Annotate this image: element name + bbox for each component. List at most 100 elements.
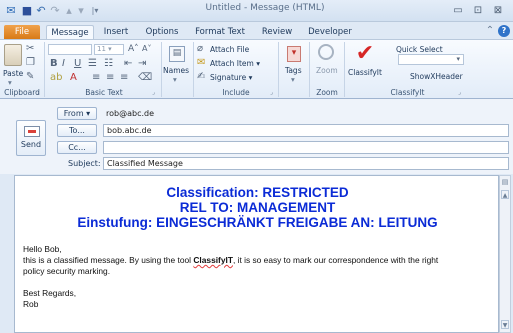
quick-select-label: Quick Select xyxy=(396,45,443,54)
classifyit-group-label: ClassifyIt xyxy=(390,88,425,97)
quick-select-chevron-icon: ▾ xyxy=(456,55,460,63)
body-line: this is a classified message. By using t… xyxy=(23,255,438,265)
tags-dropdown-icon[interactable]: ▾ xyxy=(291,75,295,84)
scroll-down-arrow[interactable]: ▼ xyxy=(501,320,509,329)
attach-item-label: Attach Item xyxy=(210,59,254,68)
paste-icon[interactable] xyxy=(4,44,22,66)
basic-text-launcher-icon[interactable]: ⌟ xyxy=(152,89,159,96)
checkmark-icon: ✔ xyxy=(355,41,375,66)
subject-field[interactable]: Classified Message xyxy=(103,157,509,170)
message-body[interactable]: Classification: RESTRICTED REL TO: MANAG… xyxy=(14,175,499,333)
classifyit-button[interactable]: ClassifyIt xyxy=(348,68,382,77)
flag-icon[interactable]: ▾ xyxy=(287,46,301,62)
signature-icon: ✍ xyxy=(197,71,206,82)
send-label: Send xyxy=(20,140,42,149)
paste-label[interactable]: Paste xyxy=(3,69,23,78)
font-name-combo[interactable] xyxy=(48,44,92,55)
grow-font-icon[interactable]: A˄ xyxy=(128,43,139,55)
minimize-button[interactable]: ▭ xyxy=(450,4,466,18)
maximize-button[interactable]: ⊡ xyxy=(470,4,486,18)
from-button[interactable]: From ▾ xyxy=(57,107,97,120)
attach-file-button[interactable]: Attach File xyxy=(210,45,249,54)
german-classification-line: Einstufung: EINGESCHRÄNKT FREIGABE AN: L… xyxy=(77,215,438,230)
tab-file[interactable]: File xyxy=(4,25,40,39)
help-icon[interactable]: ? xyxy=(498,25,510,37)
zoom-group-label: Zoom xyxy=(316,88,338,97)
from-label: From xyxy=(63,109,84,118)
underline-button[interactable]: U xyxy=(74,58,81,70)
font-size-value: 11 xyxy=(97,45,106,53)
names-button[interactable]: Names xyxy=(163,66,189,75)
group-separator xyxy=(44,42,45,97)
body-text: this is a classified message. By using t… xyxy=(23,255,194,265)
greeting: Hello Bob, xyxy=(23,244,62,254)
tab-insert[interactable]: Insert xyxy=(98,25,134,39)
cc-field[interactable] xyxy=(103,141,509,154)
clipboard-launcher-icon[interactable]: ⌟ xyxy=(36,89,43,96)
ruler-toggle-icon[interactable]: ▤ xyxy=(501,177,509,187)
clear-formatting-icon[interactable]: ⌫ xyxy=(138,72,152,84)
increase-indent-icon[interactable]: ⇥ xyxy=(138,58,146,70)
tab-format-text[interactable]: Format Text xyxy=(190,25,250,39)
signature-button[interactable]: Signature ▾ xyxy=(210,73,252,82)
scroll-up-arrow[interactable]: ▲ xyxy=(501,190,509,199)
ribbon-tabs: File Message Insert Options Format Text … xyxy=(0,22,513,39)
close-button[interactable]: ⊠ xyxy=(490,4,506,18)
highlight-icon[interactable]: ab xyxy=(50,72,62,84)
include-group-label: Include xyxy=(222,88,250,97)
font-color-icon[interactable]: A xyxy=(70,72,77,84)
to-button[interactable]: To... xyxy=(57,124,97,137)
customize-icon[interactable]: |▾ xyxy=(88,4,102,18)
italic-button[interactable]: I xyxy=(62,58,65,70)
body-text: , it is so easy to mark our corresponden… xyxy=(232,255,439,265)
tab-message[interactable]: Message xyxy=(46,25,94,39)
align-right-icon[interactable]: ≡ xyxy=(120,72,128,84)
cut-icon[interactable]: ✂ xyxy=(26,43,34,55)
down-arrow-icon[interactable]: ▾ xyxy=(74,4,88,18)
save-icon[interactable]: ■ xyxy=(20,4,34,18)
tags-button[interactable]: Tags xyxy=(285,66,302,75)
signature-label: Signature xyxy=(210,73,247,82)
vertical-scrollbar[interactable]: ▤ ▲ ▼ xyxy=(499,175,511,333)
ribbon: Paste ▾ ✂ ❐ ✎ Clipboard ⌟ 11 ▾ A˄ A˅ B I… xyxy=(0,39,513,99)
names-dropdown-icon[interactable]: ▾ xyxy=(173,75,177,84)
releasability-line: REL TO: MANAGEMENT xyxy=(179,200,336,215)
send-button[interactable]: Send xyxy=(16,120,46,156)
attach-item-button[interactable]: Attach Item ▾ xyxy=(210,59,260,68)
bold-button[interactable]: B xyxy=(50,58,58,70)
decrease-indent-icon[interactable]: ⇤ xyxy=(124,58,132,70)
show-xheader-button[interactable]: ShowXHeader xyxy=(410,72,463,81)
shrink-font-icon[interactable]: A˅ xyxy=(142,43,151,55)
cc-button[interactable]: Cc... xyxy=(57,141,97,154)
zoom-icon[interactable] xyxy=(318,44,334,60)
to-field[interactable]: bob.abc.de xyxy=(103,124,509,137)
attach-item-icon: ✉ xyxy=(197,57,206,68)
basic-text-group-label: Basic Text xyxy=(85,88,123,97)
title-bar: ✉ ■ ↶ ↷ ▴ ▾ |▾ Untitled - Message (HTML)… xyxy=(0,0,513,22)
zoom-button[interactable]: Zoom xyxy=(316,66,338,75)
font-size-combo[interactable]: 11 ▾ xyxy=(94,44,124,55)
bullets-icon[interactable]: ☰ xyxy=(88,58,97,70)
outlook-icon[interactable]: ✉ xyxy=(4,4,18,18)
minimize-ribbon-icon[interactable]: ⌃ xyxy=(484,25,496,37)
signature: Rob xyxy=(23,299,39,309)
tab-review[interactable]: Review xyxy=(256,25,298,39)
subject-label: Subject: xyxy=(68,159,101,168)
quick-select-dropdown[interactable]: ▾ xyxy=(398,54,464,65)
paste-dropdown-icon[interactable]: ▾ xyxy=(8,78,12,87)
closing: Best Regards, xyxy=(23,288,77,298)
align-left-icon[interactable]: ≡ xyxy=(92,72,100,84)
classifyit-launcher-icon[interactable]: ⌟ xyxy=(458,89,465,96)
undo-icon[interactable]: ↶ xyxy=(34,4,48,18)
format-painter-icon[interactable]: ✎ xyxy=(26,71,34,83)
tab-developer[interactable]: Developer xyxy=(302,25,358,39)
redo-icon[interactable]: ↷ xyxy=(48,4,62,18)
address-book-icon[interactable]: ▤ xyxy=(169,46,185,62)
align-center-icon[interactable]: ≡ xyxy=(106,72,114,84)
group-separator xyxy=(278,42,279,97)
include-launcher-icon[interactable]: ⌟ xyxy=(270,89,277,96)
classification-line: Classification: RESTRICTED xyxy=(166,185,349,200)
numbering-icon[interactable]: ☷ xyxy=(104,58,113,70)
tab-options[interactable]: Options xyxy=(140,25,184,39)
copy-icon[interactable]: ❐ xyxy=(26,57,35,69)
